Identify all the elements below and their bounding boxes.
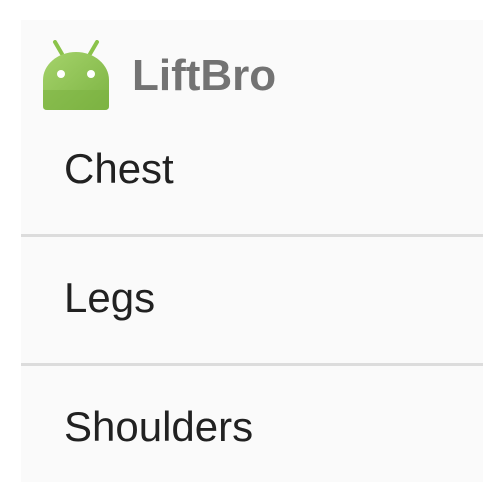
list-item-label: Legs [64,274,156,321]
muscle-group-list: Chest Legs Shoulders [21,108,483,482]
app-screen: LiftBro Chest Legs Shoulders [21,20,483,482]
android-robot-icon [41,40,111,112]
list-item-shoulders[interactable]: Shoulders [21,366,483,482]
list-item-legs[interactable]: Legs [21,237,483,363]
list-item-label: Chest [64,145,174,192]
list-item-label: Shoulders [64,403,254,450]
app-title: LiftBro [132,51,277,100]
list-item-chest[interactable]: Chest [21,108,483,234]
